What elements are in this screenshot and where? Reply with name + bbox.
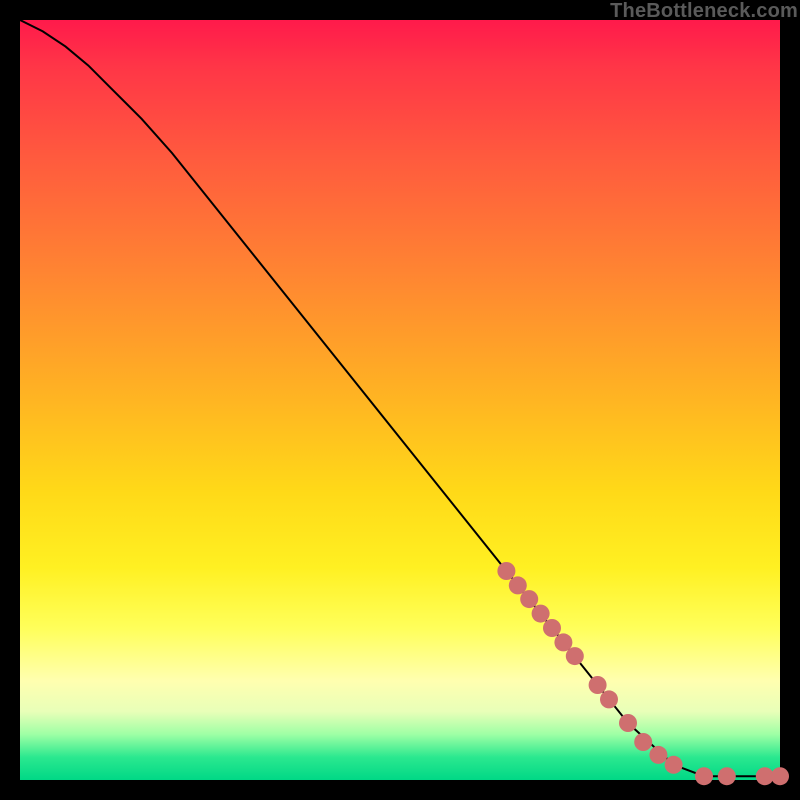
marker-point [520, 590, 538, 608]
marker-point [634, 733, 652, 751]
marker-point [589, 676, 607, 694]
marker-group [497, 562, 789, 785]
marker-point [566, 647, 584, 665]
plot-frame [20, 20, 780, 780]
marker-point [497, 562, 515, 580]
marker-point [718, 767, 736, 785]
marker-point [665, 756, 683, 774]
marker-point [619, 714, 637, 732]
marker-point [649, 746, 667, 764]
watermark-text: TheBottleneck.com [610, 0, 798, 23]
marker-point [695, 767, 713, 785]
marker-point [543, 619, 561, 637]
marker-point [771, 767, 789, 785]
marker-point [532, 605, 550, 623]
curve-line [20, 20, 780, 776]
plot-svg [20, 20, 780, 780]
marker-point [600, 690, 618, 708]
